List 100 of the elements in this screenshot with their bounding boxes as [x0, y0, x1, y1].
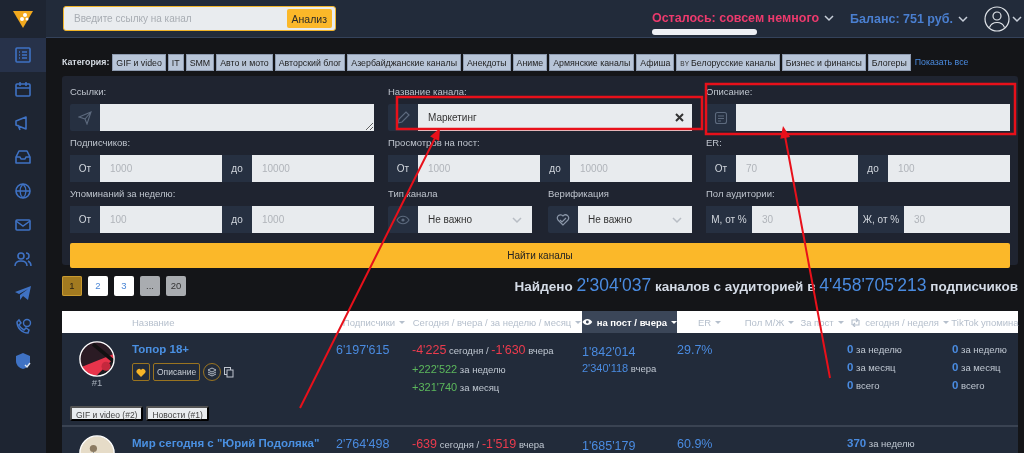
rank-label: #1: [91, 377, 103, 388]
daily-change: -639 сегодня / -1'519 вчера: [412, 437, 546, 451]
range-prefix: до: [222, 206, 252, 233]
repost-stat: 0 всего: [847, 379, 881, 391]
category-chip[interactable]: SMM: [185, 54, 215, 71]
field-label: Упоминаний за неделю:: [70, 187, 177, 201]
category-tag[interactable]: Новости (#1): [146, 405, 209, 421]
growth-stat: +222'522 за неделю: [412, 363, 507, 375]
category-chip[interactable]: Авторский блог: [274, 54, 346, 71]
page-button[interactable]: 2: [88, 275, 108, 296]
copy-icon[interactable]: [224, 366, 235, 378]
field-label: Подписчиков:: [70, 136, 132, 150]
field-label: Название канала:: [388, 85, 468, 99]
category-label: Категория:: [62, 56, 110, 69]
mail-icon: [14, 216, 32, 234]
subscribers-count: 6'197'615: [336, 342, 391, 359]
find-channels-button[interactable]: Найти каналы: [70, 243, 1010, 268]
views-count: 1'685'179: [582, 438, 637, 453]
views-count: 1'842'014: [582, 344, 637, 359]
analyze-button[interactable]: Анализ: [286, 9, 332, 28]
page-button[interactable]: ...: [140, 275, 160, 296]
remaining-dropdown[interactable]: Осталось: совсем немного: [651, 10, 835, 25]
clear-button[interactable]: [671, 104, 692, 131]
channel-name-link[interactable]: Мир сегодня с "Юрий Подоляка": [132, 437, 320, 449]
sort-caret-icon: [837, 320, 844, 324]
phone-icon: [14, 318, 32, 336]
chevron-down-icon: [512, 215, 522, 224]
category-chip[interactable]: Бизнес и финансы: [781, 54, 866, 71]
sort-caret-icon: [671, 320, 677, 324]
chevron-down-icon: [958, 14, 968, 23]
select-field[interactable]: Не важно: [418, 206, 532, 233]
page-button[interactable]: 20: [166, 275, 186, 296]
tiktok-stat: 0 за месяц: [952, 361, 1002, 373]
chevron-down-icon: [672, 215, 682, 224]
send-icon: [14, 284, 32, 302]
field-label: ER:: [706, 136, 723, 150]
er-value: 29.7%: [677, 342, 714, 359]
category-chip[interactable]: IT: [167, 54, 184, 71]
category-chip[interactable]: Армянские каналы: [549, 54, 635, 71]
inbox-icon: [14, 148, 32, 166]
range-prefix: От: [70, 155, 100, 182]
sort-caret-icon: [942, 320, 949, 324]
globe-icon: [14, 182, 32, 200]
links-field[interactable]: [100, 104, 374, 131]
note-icon: [714, 110, 728, 125]
repost-stat: 0 за неделю: [847, 343, 903, 355]
range-prefix: От: [388, 155, 418, 182]
list-icon: [14, 46, 32, 64]
search-field[interactable]: Введите ссылку на канал Анализ: [63, 6, 336, 31]
users-icon: [14, 250, 32, 268]
chevron-down-icon: [824, 13, 835, 22]
range-prefix: От: [70, 206, 100, 233]
user-avatar-icon: [984, 5, 1010, 32]
field-label: Ссылки:: [70, 85, 108, 99]
category-chip[interactable]: Азербайджанские каналы: [347, 54, 461, 71]
daily-change: -4'225 сегодня / -1'630 вчера: [412, 343, 555, 357]
calendar-icon: [14, 80, 32, 98]
close-icon: [675, 113, 684, 122]
category-tag[interactable]: GIF и video (#2): [70, 405, 144, 421]
tiktok-stat: 0 всего: [952, 379, 986, 391]
eye-icon: [582, 318, 593, 326]
balance-dropdown[interactable]: Баланс: 751 руб.: [850, 11, 968, 26]
sort-caret-icon: [788, 320, 795, 324]
layers-icon: [207, 367, 218, 377]
range-prefix: до: [540, 155, 570, 182]
user-menu[interactable]: [984, 5, 1024, 32]
field-label: Пол аудитории:: [706, 187, 776, 201]
description-field[interactable]: [736, 104, 1010, 131]
field-label: Описание:: [706, 85, 754, 99]
repost-stat: 370 за неделю: [847, 437, 916, 449]
repost-stat: 0 за месяц: [847, 361, 897, 373]
send-icon: [78, 110, 92, 125]
pencil-icon: [396, 110, 410, 125]
chevron-down-icon: [1012, 14, 1022, 23]
page-button[interactable]: 3: [114, 275, 134, 296]
category-chip[interactable]: Авто и мото: [216, 54, 273, 71]
growth-stat: +321'740 за месяц: [412, 381, 501, 393]
category-chip[interactable]: Аниме: [512, 54, 548, 71]
category-chip[interactable]: Блогеры: [867, 54, 911, 71]
field-label: Тип канала: [388, 187, 439, 201]
range-prefix: От: [706, 155, 736, 182]
favorite-button[interactable]: [132, 363, 150, 381]
range-prefix: Ж, от %: [858, 206, 904, 233]
eye-icon: [396, 214, 410, 225]
select-field[interactable]: Не важно: [578, 206, 692, 233]
category-chip[interactable]: Анекдоты: [462, 54, 511, 71]
category-chip[interactable]: GIF и video: [112, 54, 166, 71]
channel-name-link[interactable]: Топор 18+: [132, 343, 190, 355]
sort-caret-icon: [399, 320, 406, 324]
column-header[interactable]: на пост / вчера: [582, 311, 677, 333]
category-chip[interactable]: Афиша: [636, 54, 675, 71]
heart-check-icon: [556, 213, 570, 226]
channel-name-field[interactable]: Маркетинг: [418, 104, 671, 131]
page-button[interactable]: 1: [62, 275, 82, 296]
show-all-link[interactable]: Показать все: [914, 54, 969, 71]
sidebar-item[interactable]: [0, 38, 46, 72]
subscribers-count: 2'764'498: [336, 436, 391, 453]
description-button[interactable]: Описание: [153, 363, 201, 381]
logo-icon[interactable]: [12, 9, 34, 29]
range-prefix: до: [222, 155, 252, 182]
